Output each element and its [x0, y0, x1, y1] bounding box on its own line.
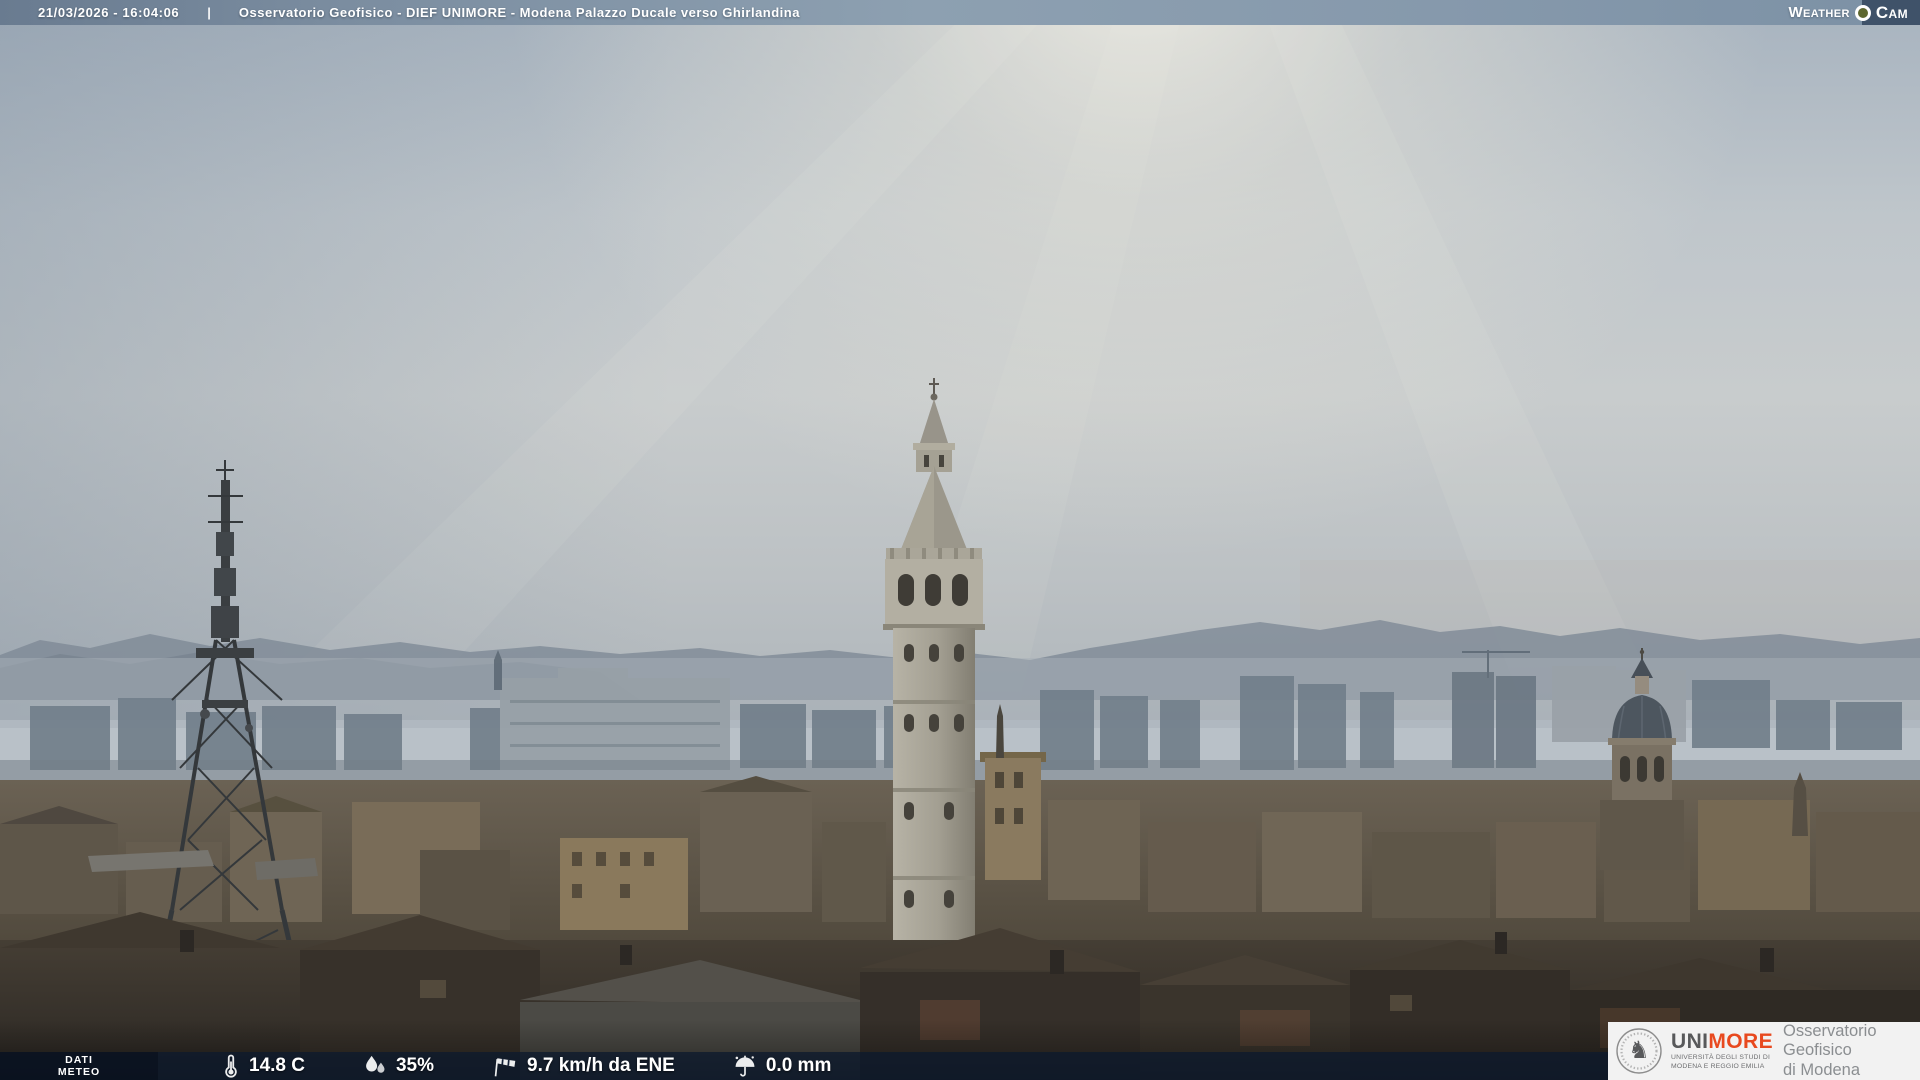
humidity-reading: 35% — [363, 1055, 434, 1077]
weathercam-word1: Weather — [1788, 4, 1850, 21]
humidity-icon — [366, 1055, 385, 1073]
datetime-label: 21/03/2026 - 16:04:06 — [38, 5, 180, 20]
top-status-bar: 21/03/2026 - 16:04:06 | Osservatorio Geo… — [0, 0, 1920, 25]
thermometer-icon — [225, 1054, 237, 1078]
rain-reading: 0.0 mm — [733, 1054, 831, 1078]
observatory-name: Osservatorio Geofisico di Modena — [1783, 1022, 1914, 1080]
separator: | — [207, 5, 211, 20]
temperature-value: 14.8 C — [249, 1055, 305, 1076]
wind-value: 9.7 km/h da ENE — [527, 1055, 675, 1076]
unimore-wordmark: UNIMORE — [1671, 1031, 1773, 1052]
webcam-photo — [0, 0, 1920, 1080]
unimore-brand-block: UNIMORE UNIVERSITÀ DEGLI STUDI DI MODENA… — [1671, 1031, 1773, 1072]
unimore-seal-icon: ♞ — [1616, 1028, 1662, 1074]
camera-title: Osservatorio Geofisico - DIEF UNIMORE - … — [238, 5, 800, 20]
subtitle-line1: UNIVERSITÀ DEGLI STUDI DI — [1671, 1053, 1771, 1061]
dati-line2: METEO — [57, 1066, 101, 1078]
subtitle-line2: MODENA E REGGIO EMILIA — [1671, 1062, 1765, 1070]
rain-value: 0.0 mm — [765, 1055, 832, 1076]
camera-lens-icon — [1854, 4, 1871, 21]
weather-readings: 14.8 C 35% 9.7 km/h da ENE 0.0 mm — [222, 1054, 831, 1078]
umbrella-icon — [735, 1055, 755, 1077]
humidity-value: 35% — [395, 1055, 435, 1076]
unimore-subtitle: UNIVERSITÀ DEGLI STUDI DI MODENA E REGGI… — [1671, 1054, 1773, 1072]
svg-text:♞: ♞ — [1628, 1036, 1650, 1064]
dati-line1: DATI — [65, 1053, 93, 1066]
weathercam-logo: Weather Cam — [1788, 0, 1920, 25]
brand-uni: UNI — [1671, 1029, 1709, 1053]
brand-more: MORE — [1708, 1029, 1773, 1053]
temperature-reading: 14.8 C — [222, 1054, 305, 1078]
org-line1: Osservatorio Geofisico — [1782, 1021, 1877, 1060]
unimore-logo-panel: ♞ UNIMORE UNIVERSITÀ DEGLI STUDI DI MODE… — [1608, 1022, 1920, 1080]
wind-reading: 9.7 km/h da ENE — [492, 1054, 675, 1078]
webcam-page: 21/03/2026 - 16:04:06 | Osservatorio Geo… — [0, 0, 1920, 1080]
org-line2: di Modena — [1782, 1060, 1861, 1079]
dati-meteo-label: DATI METEO — [0, 1052, 158, 1080]
windsock-icon — [494, 1058, 516, 1077]
